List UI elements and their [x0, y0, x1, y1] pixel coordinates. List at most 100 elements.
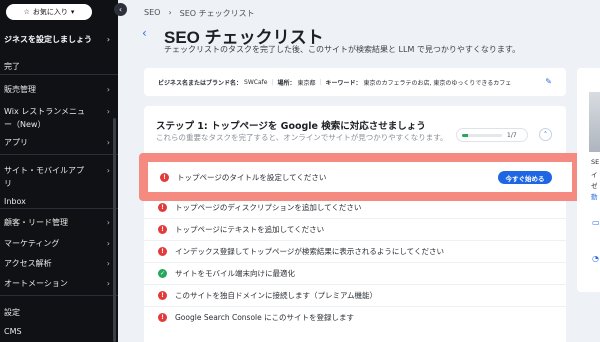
sidebar-item[interactable]: Inbox: [0, 197, 118, 206]
sidebar-item[interactable]: 顧客・リード管理 ›: [0, 217, 118, 228]
sidebar-item[interactable]: 設定: [0, 307, 118, 318]
sidebar-divider: [0, 74, 118, 75]
promo-text: ゼ: [591, 182, 598, 190]
task-item[interactable]: ! このサイトを独自ドメインに接続します（プレミアム機能）: [144, 284, 566, 306]
chevron-right-icon: ›: [106, 166, 110, 175]
sidebar-divider: [0, 154, 118, 155]
sidebar-item[interactable]: 完了: [0, 61, 118, 72]
sidebar-item-label: ジネスを設定しましょう: [4, 35, 92, 44]
task-item[interactable]: ✓ サイトをモバイル端末向けに最適化: [144, 262, 566, 284]
promo-image: [589, 92, 600, 152]
breadcrumb-current: SEO チェックリスト: [179, 9, 255, 18]
task-label: このサイトを独自ドメインに接続します（プレミアム機能）: [175, 291, 377, 300]
sidebar-item-label: 完了: [4, 62, 20, 71]
sidebar-divider: [0, 208, 118, 209]
promo-link[interactable]: 動: [591, 191, 598, 201]
chevron-right-icon: ›: [106, 138, 110, 147]
sidebar-item-label: ー（New）: [4, 120, 46, 129]
chevron-right-icon: ›: [106, 259, 110, 268]
sidebar-item[interactable]: Wix レストランメニュ ›: [0, 106, 118, 117]
sidebar-item-label: CMS: [4, 327, 22, 336]
sidebar-item[interactable]: 販売管理 ›: [0, 84, 118, 95]
star-icon: ☆: [23, 8, 30, 16]
chevron-right-icon: ›: [106, 239, 110, 248]
sidebar-item[interactable]: アプリ ›: [0, 137, 118, 148]
step-subtitle: これらの重要なタスクを完了すると、オンラインでサイトが見つかりやすくなります。: [156, 133, 448, 142]
chevron-left-icon: ‹: [118, 5, 123, 14]
app-root: ☆ お気に入り ▾ ジネスを設定しましょう › 完了 販売管理 › Wix レストランメニ…: [0, 0, 600, 342]
chevron-right-icon: ›: [106, 85, 110, 94]
sidebar-item-label: サイト・モバイルアプ: [4, 166, 84, 175]
progress-fill: [462, 133, 468, 137]
chevron-up-icon: ˄: [543, 130, 548, 139]
task-highlighted[interactable]: ! トップページのタイトルを設定してください 今すぐ始める: [148, 162, 572, 192]
sidebar-item-label: リ: [4, 179, 12, 188]
breadcrumb-root[interactable]: SEO: [144, 8, 160, 19]
sidebar-item[interactable]: オートメーション ›: [0, 278, 118, 289]
favorites-button[interactable]: ☆ お気に入り ▾: [6, 4, 92, 20]
divider: |: [319, 78, 322, 86]
chevron-down-icon: ▾: [70, 8, 75, 16]
sidebar-scrollbar[interactable]: [113, 118, 116, 342]
chevron-right-icon: ›: [106, 279, 110, 288]
keyword-value: 東京のカフェラテのお店, 東京のゆっくりできるカフェ: [363, 79, 512, 87]
task-label: トップページのタイトルを設定してください: [177, 172, 327, 182]
sidebar-item[interactable]: サイト・モバイルアプ ›: [0, 165, 118, 176]
chevron-right-icon: ›: [106, 218, 110, 227]
task-item[interactable]: ! インデックス登録してトップページが検索結果に表示されるようにしてください: [144, 240, 566, 262]
back-arrow-icon[interactable]: ‹: [142, 26, 147, 40]
promo-text: イ: [591, 171, 598, 179]
sidebar-item-label: 設定: [4, 308, 20, 317]
step-title: ステップ 1: トップページを Google 検索に対応させましょう: [156, 121, 426, 132]
collapse-sidebar-button[interactable]: ‹: [114, 3, 127, 16]
sidebar-item-label: Inbox: [4, 197, 26, 206]
sidebar-item-label: 販売管理: [4, 85, 36, 94]
favorites-label: お気に入り: [32, 8, 68, 16]
business-name-key: ビジネス名またはブランド名：: [158, 79, 243, 87]
task-item[interactable]: ! Google Search Console にこのサイトを登録します: [144, 306, 566, 328]
sidebar-item-label: 顧客・リード管理: [4, 218, 68, 227]
task-item[interactable]: ! トップページにテキストを追加してください: [144, 218, 566, 240]
sidebar-item[interactable]: マーケティング ›: [0, 238, 118, 249]
error-icon: !: [160, 172, 169, 182]
sidebar-item[interactable]: CMS: [0, 327, 118, 336]
error-icon: !: [158, 203, 167, 212]
sidebar-divider: [0, 295, 118, 296]
keyword-key: キーワード：: [325, 79, 362, 87]
error-icon: !: [158, 313, 167, 322]
task-label: トップページのディスクリプションを追加してください: [175, 203, 362, 212]
sidebar: ☆ お気に入り ▾ ジネスを設定しましょう › 完了 販売管理 › Wix レストランメニ…: [0, 0, 118, 342]
progress-indicator: 1/7: [456, 128, 528, 142]
sidebar-item-label: オートメーション: [4, 279, 68, 288]
promo-text: SE: [591, 158, 600, 166]
edit-pencil-icon[interactable]: ✎: [545, 77, 552, 86]
breadcrumb: SEO › SEO チェックリスト: [144, 8, 255, 19]
breadcrumb-separator: ›: [168, 8, 172, 17]
start-now-button[interactable]: 今すぐ始める: [498, 171, 552, 184]
business-name-value: SWCafe: [244, 78, 268, 86]
sidebar-item[interactable]: ー（New）: [0, 119, 118, 130]
task-label: サイトをモバイル端末向けに最適化: [175, 269, 295, 278]
step-card: ステップ 1: トップページを Google 検索に対応させましょう これらの重…: [144, 106, 566, 342]
task-label: トップページにテキストを追加してください: [175, 225, 325, 234]
error-icon: !: [158, 291, 167, 300]
sidebar-item-label: アクセス解析: [4, 259, 52, 268]
help-icon[interactable]: ◔: [592, 254, 599, 263]
check-icon: ✓: [158, 269, 167, 278]
sidebar-item-label: アプリ: [4, 138, 28, 147]
side-promo-panel: SE イ ゼ 動 ▭ ◔: [577, 68, 600, 292]
progress-label: 1/7: [507, 131, 517, 139]
document-icon[interactable]: ▭: [592, 218, 600, 227]
divider: |: [271, 78, 274, 86]
business-info-bar: ビジネス名またはブランド名： SWCafe | 場所： 東京都 | キーワード：…: [144, 68, 566, 96]
sidebar-item[interactable]: ジネスを設定しましょう ›: [0, 34, 118, 45]
location-key: 場所：: [277, 79, 296, 87]
sidebar-item[interactable]: アクセス解析 ›: [0, 258, 118, 269]
page-subtitle: チェックリストのタスクを完了した後、このサイトが検索結果と LLM で見つかりや…: [164, 45, 521, 54]
sidebar-item-label: Wix レストランメニュ: [4, 107, 85, 116]
task-label: Google Search Console にこのサイトを登録します: [175, 313, 354, 322]
collapse-step-button[interactable]: ˄: [539, 128, 552, 141]
sidebar-item-label: マーケティング: [4, 239, 60, 248]
sidebar-item[interactable]: リ: [0, 178, 118, 189]
chevron-right-icon: ›: [106, 107, 110, 116]
